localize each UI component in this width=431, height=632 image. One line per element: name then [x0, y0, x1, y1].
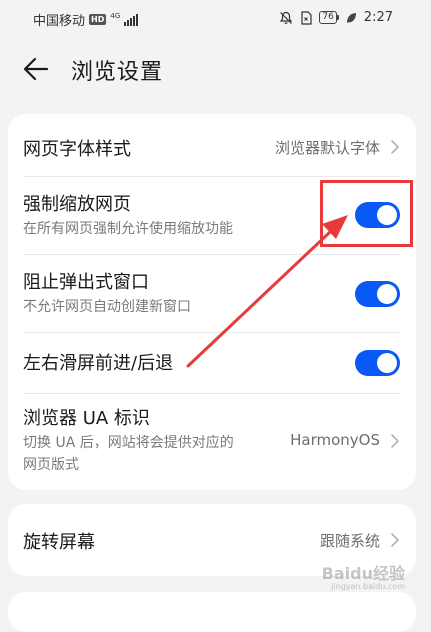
- chevron-right-icon: [391, 533, 399, 547]
- network-type: 4G: [110, 11, 121, 20]
- battery-icon: 76: [319, 11, 339, 24]
- clock: 2:27: [363, 10, 393, 25]
- font-style-title: 网页字体样式: [23, 139, 131, 160]
- block-popups-subtitle: 不允许网页自动创建新窗口: [23, 299, 191, 315]
- page-header: 浏览设置: [0, 44, 431, 94]
- page-title: 浏览设置: [71, 60, 164, 85]
- browse-settings-card: 网页字体样式 浏览器默认字体 强制缩放网页 在所有网页强制允许使用缩放功能 阻止…: [8, 114, 416, 490]
- carrier-name: 中国移动: [33, 14, 86, 29]
- leaf-icon: [346, 12, 356, 23]
- status-right: 76 2:27: [279, 10, 393, 25]
- force-zoom-title: 强制缩放网页: [23, 194, 131, 215]
- back-button[interactable]: [20, 54, 52, 84]
- chevron-right-icon: [391, 434, 399, 448]
- ua-title: 浏览器 UA 标识: [23, 408, 150, 429]
- bell-muted-icon: [280, 11, 293, 24]
- block-popups-title: 阻止弹出式窗口: [23, 272, 149, 293]
- swipe-nav-row[interactable]: 左右滑屏前进/后退: [8, 333, 416, 393]
- watermark-sub: jingyan.baidu.com: [331, 582, 405, 591]
- sim-icon: [301, 10, 312, 25]
- block-popups-toggle[interactable]: [355, 281, 400, 307]
- signal-icon: [124, 13, 139, 26]
- chevron-right-icon: [391, 140, 399, 154]
- battery-level: 76: [319, 11, 337, 24]
- ua-subtitle-line2: 网页版式: [23, 457, 79, 473]
- block-popups-row[interactable]: 阻止弹出式窗口 不允许网页自动创建新窗口: [8, 255, 416, 332]
- hd-badge: HD: [89, 14, 107, 25]
- status-bar: 中国移动 HD 4G 76 2:27: [0, 0, 431, 38]
- swipe-nav-title: 左右滑屏前进/后退: [23, 353, 174, 374]
- watermark-text: Baidu经验: [321, 564, 405, 583]
- ua-value: HarmonyOS: [290, 431, 380, 449]
- font-style-row[interactable]: 网页字体样式 浏览器默认字体: [8, 114, 416, 176]
- status-left: 中国移动 HD 4G: [33, 10, 139, 29]
- next-settings-card: [8, 592, 416, 632]
- swipe-nav-toggle[interactable]: [355, 350, 400, 376]
- force-zoom-subtitle: 在所有网页强制允许使用缩放功能: [23, 221, 233, 237]
- ua-subtitle-line1: 切换 UA 后，网站将会提供对应的: [23, 435, 234, 451]
- watermark: Baidu经验 jingyan.baidu.com: [322, 560, 405, 591]
- rotation-title: 旋转屏幕: [23, 532, 95, 553]
- annotation-highlight-box: [320, 180, 413, 247]
- ua-row[interactable]: 浏览器 UA 标识 切换 UA 后，网站将会提供对应的 网页版式 Harmony…: [8, 394, 416, 490]
- arrow-left-icon: [23, 57, 49, 81]
- rotation-value: 跟随系统: [319, 532, 380, 550]
- font-style-value: 浏览器默认字体: [274, 139, 380, 157]
